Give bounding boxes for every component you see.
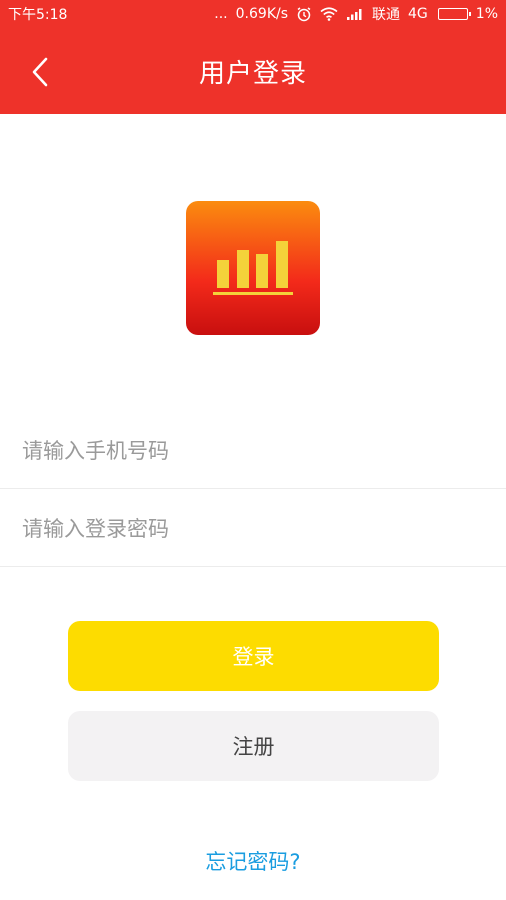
phone-field [0,413,506,489]
chevron-left-icon [32,57,48,87]
battery-level: 1% [475,6,498,22]
login-button[interactable]: 登录 [68,621,439,691]
status-bar: 下午5:18 ... 0.69K/s 联通 4G 1% [0,0,506,28]
forgot-password-link[interactable]: 忘记密码? [0,846,506,876]
network-speed: 0.69K/s [235,6,289,22]
status-icons: ... 0.69K/s 联通 4G 1% [214,4,498,24]
bar-chart-logo-icon [213,241,293,295]
more-dots-icon: ... [214,6,228,22]
back-button[interactable] [20,50,60,94]
password-field [0,491,506,567]
phone-input[interactable] [22,438,482,463]
page-title: 用户登录 [198,58,307,89]
carrier-name: 联通 [372,7,401,23]
battery-icon [437,8,471,20]
signal-icon [346,7,364,21]
app-logo [186,201,320,335]
alarm-icon [296,6,312,22]
password-input[interactable] [22,516,482,541]
register-button[interactable]: 注册 [68,711,439,781]
network-type: 4G [408,6,428,22]
wifi-icon [320,7,338,21]
app-header: 用户登录 [0,28,506,114]
status-time: 下午5:18 [8,7,68,23]
